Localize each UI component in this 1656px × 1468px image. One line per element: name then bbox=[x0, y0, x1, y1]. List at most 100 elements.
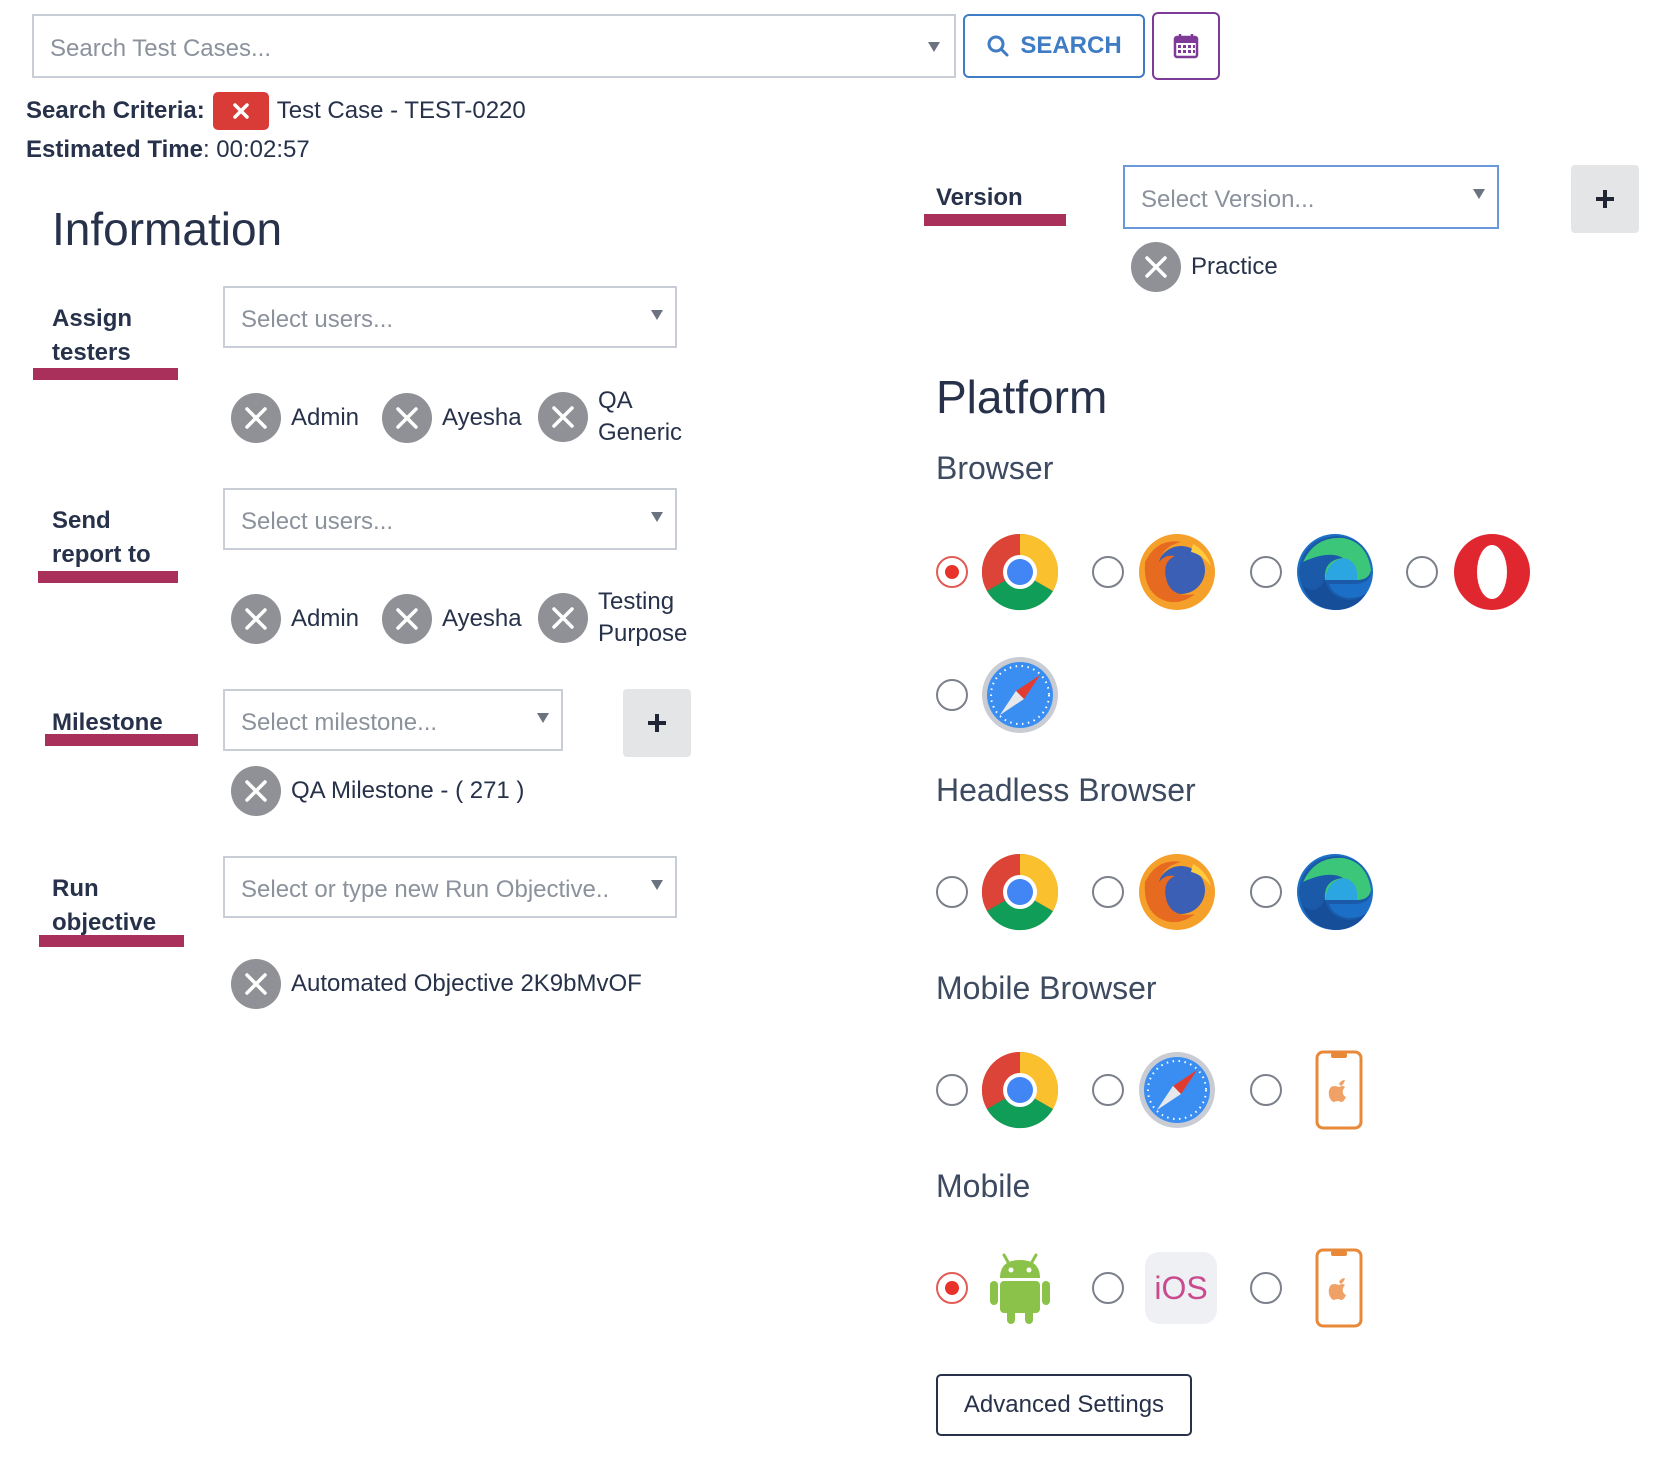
close-icon bbox=[552, 406, 574, 428]
iphone-icon[interactable] bbox=[1295, 1050, 1375, 1130]
firefox-icon[interactable] bbox=[1137, 532, 1217, 612]
remove-chip-button[interactable] bbox=[231, 766, 281, 816]
search-button-label: SEARCH bbox=[1020, 32, 1122, 59]
firefox-icon[interactable] bbox=[1137, 852, 1217, 932]
plus-icon bbox=[1596, 190, 1614, 208]
remove-chip-button[interactable] bbox=[538, 392, 588, 442]
version-select[interactable]: Select Version... bbox=[1123, 165, 1499, 229]
chevron-down-icon[interactable] bbox=[651, 880, 663, 890]
send-report-label-line1: Send bbox=[52, 507, 111, 534]
headless-browser-title: Headless Browser bbox=[936, 772, 1196, 808]
browser-firefox-radio[interactable] bbox=[1092, 556, 1124, 588]
chip-label: Testing Purpose bbox=[598, 586, 687, 650]
calendar-icon bbox=[1173, 34, 1199, 59]
browser-safari-radio[interactable] bbox=[936, 679, 968, 711]
assign-testers-select[interactable]: Select users... bbox=[223, 286, 677, 348]
chrome-icon[interactable] bbox=[980, 1050, 1060, 1130]
mobile-browser-chrome-radio[interactable] bbox=[936, 1074, 968, 1106]
safari-icon[interactable] bbox=[980, 655, 1060, 735]
send-report-chip: Admin bbox=[231, 594, 359, 644]
android-icon[interactable] bbox=[980, 1248, 1060, 1328]
mobile-browser-safari-radio[interactable] bbox=[1092, 1074, 1124, 1106]
browser-title: Browser bbox=[936, 450, 1054, 486]
browser-opera-radio[interactable] bbox=[1406, 556, 1438, 588]
remove-chip-button[interactable] bbox=[382, 393, 432, 443]
search-placeholder: Search Test Cases... bbox=[50, 35, 271, 62]
ios-icon[interactable]: iOS bbox=[1145, 1252, 1217, 1324]
close-icon bbox=[1145, 256, 1167, 278]
remove-chip-button[interactable] bbox=[231, 393, 281, 443]
milestone-select[interactable]: Select milestone... bbox=[223, 689, 563, 751]
mobile-iphone-radio[interactable] bbox=[1250, 1272, 1282, 1304]
estimated-time: Estimated Time: 00:02:57 bbox=[26, 136, 310, 164]
chevron-down-icon[interactable] bbox=[1473, 189, 1485, 199]
assign-tester-chip: Ayesha bbox=[382, 393, 522, 443]
edge-icon[interactable] bbox=[1295, 852, 1375, 932]
remove-chip-button[interactable] bbox=[382, 594, 432, 644]
chip-label: Ayesha bbox=[442, 404, 522, 431]
safari-icon[interactable] bbox=[1137, 1050, 1217, 1130]
send-report-chip: Testing Purpose bbox=[538, 586, 687, 650]
add-milestone-button[interactable] bbox=[623, 689, 691, 757]
advanced-settings-button[interactable]: Advanced Settings bbox=[936, 1374, 1192, 1436]
browser-edge-radio[interactable] bbox=[1250, 556, 1282, 588]
headless-chrome-radio[interactable] bbox=[936, 876, 968, 908]
add-version-button[interactable] bbox=[1571, 165, 1639, 233]
run-objective-placeholder: Select or type new Run Objective.. bbox=[241, 876, 610, 903]
browser-chrome-radio[interactable] bbox=[936, 556, 968, 588]
assign-testers-placeholder: Select users... bbox=[241, 306, 394, 333]
edge-icon[interactable] bbox=[1295, 532, 1375, 612]
send-report-select[interactable]: Select users... bbox=[223, 488, 677, 550]
mobile-android-radio[interactable] bbox=[936, 1272, 968, 1304]
search-test-cases-input[interactable]: Search Test Cases... bbox=[32, 14, 956, 78]
chip-label: QA Milestone - ( 271 ) bbox=[291, 777, 525, 804]
remove-criteria-button[interactable] bbox=[212, 92, 269, 130]
search-criteria-label: Search Criteria: bbox=[26, 97, 205, 124]
send-report-placeholder: Select users... bbox=[241, 508, 394, 535]
milestone-underline bbox=[45, 734, 198, 746]
calendar-button[interactable] bbox=[1152, 12, 1220, 80]
chevron-down-icon[interactable] bbox=[928, 42, 940, 52]
platform-title: Platform bbox=[936, 371, 1108, 423]
remove-chip-button[interactable] bbox=[231, 594, 281, 644]
chip-label-line1: Testing bbox=[598, 588, 675, 615]
chrome-icon[interactable] bbox=[980, 532, 1060, 612]
search-icon bbox=[987, 35, 1009, 57]
chip-label: Automated Objective 2K9bMvOF bbox=[291, 970, 642, 997]
remove-chip-button[interactable] bbox=[1131, 242, 1181, 292]
estimated-time-value: : 00:02:57 bbox=[202, 136, 310, 163]
run-objective-chip: Automated Objective 2K9bMvOF bbox=[231, 959, 642, 1009]
remove-chip-button[interactable] bbox=[231, 959, 281, 1009]
chip-label-line1: QA bbox=[598, 387, 633, 414]
estimated-time-label: Estimated Time bbox=[26, 136, 203, 163]
run-objective-label: Run objective bbox=[52, 872, 156, 940]
mobile-ios-radio[interactable] bbox=[1092, 1272, 1124, 1304]
close-icon bbox=[245, 780, 267, 802]
send-report-label-line2: report to bbox=[52, 541, 151, 568]
information-title: Information bbox=[52, 203, 283, 255]
close-icon bbox=[245, 973, 267, 995]
send-report-label: Send report to bbox=[52, 504, 151, 572]
close-icon bbox=[245, 608, 267, 630]
iphone-icon[interactable] bbox=[1295, 1248, 1375, 1328]
opera-icon[interactable] bbox=[1452, 532, 1532, 612]
headless-firefox-radio[interactable] bbox=[1092, 876, 1124, 908]
search-button[interactable]: SEARCH bbox=[963, 14, 1145, 78]
chrome-icon[interactable] bbox=[980, 852, 1060, 932]
send-report-chip: Ayesha bbox=[382, 594, 522, 644]
chevron-down-icon[interactable] bbox=[651, 512, 663, 522]
version-placeholder: Select Version... bbox=[1141, 186, 1315, 213]
search-criteria-value: Test Case - TEST-0220 bbox=[276, 97, 526, 124]
send-report-underline bbox=[38, 571, 178, 583]
chip-label-line2: Generic bbox=[598, 419, 683, 446]
headless-edge-radio[interactable] bbox=[1250, 876, 1282, 908]
chevron-down-icon[interactable] bbox=[651, 310, 663, 320]
chip-label: Ayesha bbox=[442, 605, 522, 632]
remove-chip-button[interactable] bbox=[538, 593, 588, 643]
close-icon bbox=[396, 407, 418, 429]
milestone-placeholder: Select milestone... bbox=[241, 709, 438, 736]
chevron-down-icon[interactable] bbox=[537, 713, 549, 723]
mobile-browser-iphone-radio[interactable] bbox=[1250, 1074, 1282, 1106]
run-objective-select[interactable]: Select or type new Run Objective.. bbox=[223, 856, 677, 918]
search-criteria: Search Criteria: Test Case - TEST-0220 bbox=[26, 92, 526, 130]
